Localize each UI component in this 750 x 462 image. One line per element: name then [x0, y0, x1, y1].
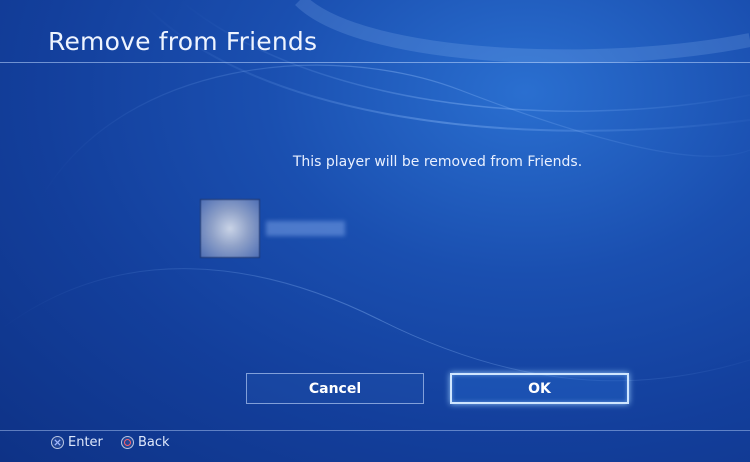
ok-button[interactable]: OK	[450, 373, 629, 404]
cross-button-icon	[51, 436, 64, 449]
footer-back-label: Back	[138, 435, 170, 450]
footer-hint-back: Back	[121, 435, 170, 450]
player-avatar	[200, 199, 260, 258]
footer-divider	[0, 430, 750, 431]
player-name-redacted	[266, 221, 345, 236]
confirmation-message: This player will be removed from Friends…	[292, 154, 583, 170]
cancel-button[interactable]: Cancel	[246, 373, 424, 404]
title-divider	[0, 62, 750, 63]
circle-button-icon	[121, 436, 134, 449]
footer-enter-label: Enter	[68, 435, 103, 450]
footer-hint-enter: Enter	[51, 435, 103, 450]
dialog-title: Remove from Friends	[48, 27, 318, 56]
